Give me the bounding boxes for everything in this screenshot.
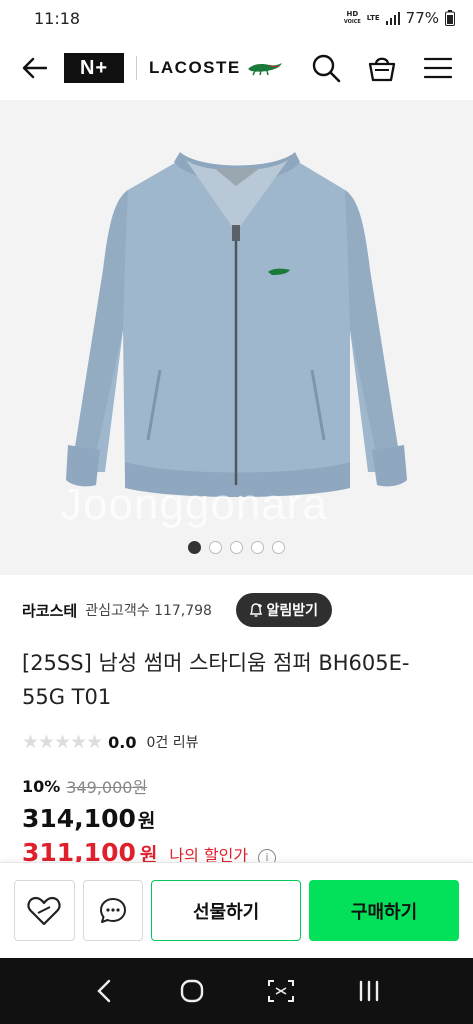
review-count[interactable]: 0건 리뷰	[147, 732, 199, 752]
shopping-bag-icon	[368, 57, 396, 82]
seller-row: 라코스테 관심고객수 117,798 알림받기	[22, 593, 452, 627]
nplus-logo[interactable]: N+	[64, 53, 124, 83]
seller-name[interactable]: 라코스테	[22, 600, 77, 621]
product-image[interactable]: Joonggonara	[0, 100, 473, 575]
price-unit: 원	[137, 810, 156, 832]
bell-plus-icon	[250, 603, 263, 617]
buy-button[interactable]: 구매하기	[309, 880, 460, 941]
chat-bubble-icon	[99, 897, 126, 923]
app-header: N+ LACOSTE	[0, 36, 473, 100]
original-price: 349,000원	[66, 778, 148, 797]
nav-capture-button[interactable]	[261, 971, 301, 1011]
chevron-left-icon	[97, 979, 111, 1003]
cart-button[interactable]	[361, 47, 403, 89]
lte-indicator: LTE	[366, 13, 380, 22]
battery-icon	[445, 10, 455, 26]
status-indicators: HD VOICE LTE 77%	[344, 9, 455, 27]
hd-voice-indicator: HD VOICE	[343, 9, 361, 25]
signal-icon	[385, 11, 400, 25]
pager-dot[interactable]	[272, 541, 285, 554]
nav-home-button[interactable]	[172, 971, 212, 1011]
purchase-action-bar: 선물하기 구매하기	[0, 862, 473, 958]
brand-name: LACOSTE	[149, 58, 241, 77]
product-title: [25SS] 남성 썸머 스타디움 점퍼 BH605E-55G T01	[22, 651, 410, 709]
battery-level: 77%	[405, 9, 439, 27]
chat-button[interactable]	[82, 880, 144, 941]
wishlist-button[interactable]	[14, 880, 75, 941]
interest-count: 관심고객수 117,798	[85, 603, 212, 619]
status-time: 11:18	[34, 8, 81, 28]
image-pager[interactable]	[0, 541, 473, 554]
pager-dot[interactable]	[188, 541, 201, 554]
menu-button[interactable]	[417, 47, 459, 89]
pager-dot[interactable]	[209, 541, 222, 554]
alarm-button[interactable]: 알림받기	[236, 593, 332, 627]
search-button[interactable]	[305, 47, 347, 89]
search-icon	[312, 54, 341, 83]
system-nav-bar	[0, 958, 473, 1024]
pager-dot[interactable]	[230, 541, 243, 554]
discount-row: 10% 349,000원	[22, 774, 147, 798]
watermark: Joonggonara	[60, 480, 328, 529]
header-divider	[136, 56, 137, 80]
status-bar: 11:18 HD VOICE LTE 77%	[0, 0, 473, 36]
gift-button[interactable]: 선물하기	[151, 880, 302, 941]
rating-row[interactable]: ★★★★★ 0.0 0건 리뷰	[22, 730, 199, 754]
star-rating-icon: ★★★★★	[22, 731, 103, 753]
back-arrow-icon	[22, 57, 47, 79]
nav-recents-button[interactable]	[349, 971, 389, 1011]
sale-price: 314,100 원	[22, 804, 155, 833]
pager-dot[interactable]	[251, 541, 264, 554]
alarm-label: 알림받기	[266, 603, 318, 619]
home-circle-icon	[181, 979, 204, 1003]
discount-percent: 10%	[22, 776, 61, 796]
crocodile-icon	[247, 63, 282, 76]
nav-back-button[interactable]	[84, 971, 124, 1011]
header-icons	[305, 47, 459, 89]
screen-capture-icon	[267, 980, 294, 1002]
back-button[interactable]	[14, 48, 54, 88]
rating-value: 0.0	[108, 732, 137, 752]
recents-icon	[359, 980, 379, 1002]
price-value: 314,100	[22, 804, 136, 833]
menu-icon	[423, 57, 453, 79]
brand-logo[interactable]: LACOSTE	[149, 58, 283, 78]
heart-icon	[27, 896, 61, 925]
